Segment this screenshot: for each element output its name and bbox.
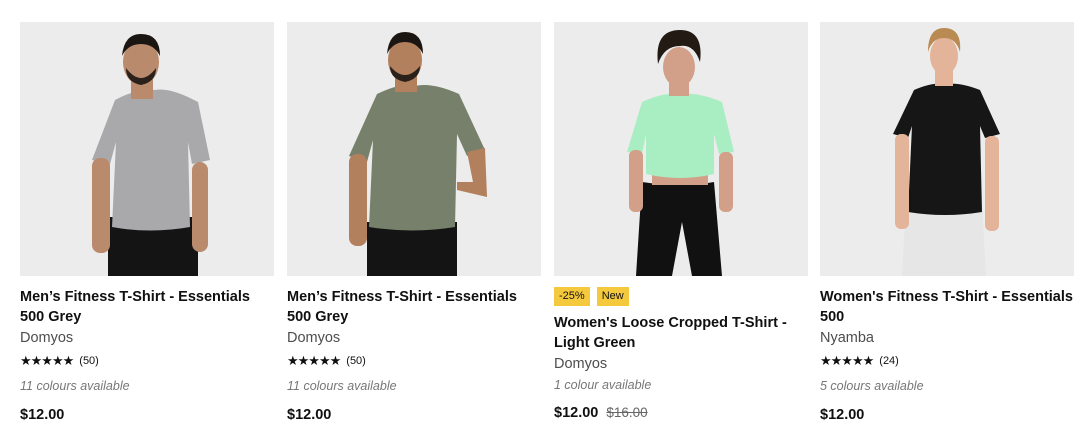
original-price: $16.00 <box>606 405 648 420</box>
colours-available: 11 colours available <box>20 379 130 393</box>
product-card[interactable]: Men’s Fitness T-Shirt - Essentials 500 G… <box>20 22 274 423</box>
rating-stars-icon: ★★★★★ <box>20 353 74 368</box>
product-title[interactable]: Men’s Fitness T-Shirt - Essentials 500 G… <box>287 287 541 327</box>
product-card[interactable]: -25% New Women's Loose Cropped T-Shirt -… <box>554 22 808 421</box>
person-khaki-tshirt-image <box>287 22 541 276</box>
product-title[interactable]: Women's Fitness T-Shirt - Essentials 500 <box>820 287 1074 327</box>
colours-available: 1 colour available <box>554 378 652 392</box>
product-rating: ★★★★★ (24) <box>820 353 1074 369</box>
product-grid: Men’s Fitness T-Shirt - Essentials 500 G… <box>0 0 1080 445</box>
product-image[interactable] <box>820 22 1074 276</box>
new-badge: New <box>596 287 629 306</box>
price-row: $12.00 <box>820 407 1074 423</box>
price-row: $12.00 <box>287 407 541 423</box>
product-card[interactable]: Men’s Fitness T-Shirt - Essentials 500 G… <box>287 22 541 423</box>
colours-available: 5 colours available <box>820 379 924 393</box>
product-image[interactable] <box>287 22 541 276</box>
discount-badge: -25% <box>554 287 590 306</box>
product-price: $12.00 <box>287 407 332 423</box>
product-brand: Nyamba <box>820 330 874 346</box>
product-rating: ★★★★★ (50) <box>287 353 541 369</box>
rating-stars-icon: ★★★★★ <box>287 353 341 368</box>
product-rating: ★★★★★ (50) <box>20 353 274 369</box>
price-row: $12.00 <box>20 407 274 423</box>
product-price: $12.00 <box>554 405 599 421</box>
product-brand: Domyos <box>554 356 608 372</box>
product-title[interactable]: Men’s Fitness T-Shirt - Essentials 500 G… <box>20 287 274 327</box>
review-count: (24) <box>879 355 899 367</box>
product-brand: Domyos <box>20 330 74 346</box>
product-image[interactable] <box>20 22 274 276</box>
product-image[interactable] <box>554 22 808 276</box>
product-card[interactable]: Women's Fitness T-Shirt - Essentials 500… <box>820 22 1074 423</box>
badge-row: -25% New <box>554 287 808 306</box>
product-price: $12.00 <box>820 407 865 423</box>
person-black-tshirt-image <box>820 22 1074 276</box>
product-brand: Domyos <box>287 330 341 346</box>
price-row: $12.00 $16.00 <box>554 405 808 421</box>
product-price: $12.00 <box>20 407 65 423</box>
review-count: (50) <box>79 355 99 367</box>
colours-available: 11 colours available <box>287 379 397 393</box>
product-title[interactable]: Women's Loose Cropped T-Shirt - Light Gr… <box>554 313 808 353</box>
person-grey-tshirt-image <box>20 22 274 276</box>
person-green-crop-tshirt-image <box>554 22 808 276</box>
review-count: (50) <box>346 355 366 367</box>
rating-stars-icon: ★★★★★ <box>820 353 874 368</box>
